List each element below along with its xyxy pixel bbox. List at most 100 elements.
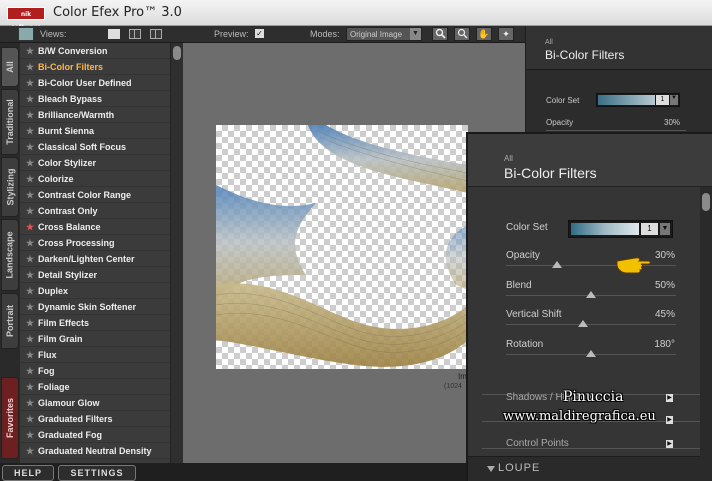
- chevron-right-icon[interactable]: ▶: [666, 394, 673, 402]
- chevron-right-icon[interactable]: ▶: [666, 440, 673, 448]
- zoom-icon[interactable]: [432, 27, 448, 41]
- filter-list-item[interactable]: ★ Glamour Glow: [20, 395, 170, 411]
- lightbulb-icon[interactable]: ✦: [498, 27, 514, 41]
- slider-track[interactable]: [506, 324, 676, 325]
- preview-checkbox[interactable]: ✓: [255, 29, 264, 38]
- filter-list-scrollbar[interactable]: [170, 43, 183, 463]
- filter-list-item[interactable]: ★ Duplex: [20, 283, 170, 299]
- filter-list-item[interactable]: ★ Bleach Bypass: [20, 91, 170, 107]
- side-by-side-view-button[interactable]: [150, 29, 162, 39]
- scrollbar-thumb[interactable]: [173, 46, 181, 60]
- favorite-star-icon[interactable]: ★: [26, 171, 34, 187]
- filter-list-item[interactable]: ★ Film Grain: [20, 331, 170, 347]
- favorite-star-icon[interactable]: ★: [26, 267, 34, 283]
- filter-list-item[interactable]: ★ Classical Soft Focus: [20, 139, 170, 155]
- favorite-star-icon[interactable]: ★: [26, 443, 34, 459]
- filter-list-item[interactable]: ★ Graduated Neutral Density: [20, 443, 170, 459]
- favorite-star-icon[interactable]: ★: [26, 187, 34, 203]
- favorite-star-icon[interactable]: ★: [26, 235, 34, 251]
- color-set-swatch: [571, 223, 639, 235]
- filter-list-item[interactable]: ★ Color Stylizer: [20, 155, 170, 171]
- filter-name: Film Grain: [38, 334, 83, 344]
- single-view-button[interactable]: [108, 29, 120, 39]
- tab-traditional[interactable]: Traditional: [1, 89, 19, 155]
- title-bar: nik software Color Efex Pro™ 3.0: [0, 0, 712, 31]
- filter-list-item[interactable]: ★ Foliage: [20, 379, 170, 395]
- filter-name: Glamour Glow: [38, 398, 100, 408]
- filter-list-item[interactable]: ★ Graduated Filters: [20, 411, 170, 427]
- favorite-star-icon[interactable]: ★: [26, 299, 34, 315]
- favorite-star-icon[interactable]: ★: [26, 203, 34, 219]
- favorite-star-icon[interactable]: ★: [26, 315, 34, 331]
- favorite-star-icon[interactable]: ★: [26, 283, 34, 299]
- filter-list-item[interactable]: ★ Colorize: [20, 171, 170, 187]
- filter-list-item[interactable]: ★ Detail Stylizer: [20, 267, 170, 283]
- slider-handle[interactable]: [586, 349, 596, 357]
- slider-handle[interactable]: [586, 290, 596, 298]
- preview-image: [216, 125, 468, 369]
- loupe-section-header[interactable]: LOUPE: [468, 456, 700, 481]
- browser-toggle-icon[interactable]: [18, 27, 34, 41]
- color-set-value: 1: [656, 95, 669, 105]
- favorite-star-icon[interactable]: ★: [26, 75, 34, 91]
- tab-all[interactable]: All: [1, 47, 19, 87]
- tab-favorites[interactable]: Favorites: [1, 377, 19, 459]
- filter-list-item[interactable]: ★ Cross Balance: [20, 219, 170, 235]
- tab-portrait[interactable]: Portrait: [1, 293, 19, 349]
- slider-value: 45%: [654, 309, 675, 320]
- favorite-star-icon[interactable]: ★: [26, 331, 34, 347]
- filter-list-item[interactable]: ★ Film Effects: [20, 315, 170, 331]
- favorite-star-icon[interactable]: ★: [26, 139, 34, 155]
- filter-list-item[interactable]: ★ Brilliance/Warmth: [20, 107, 170, 123]
- filter-list-item[interactable]: ★ B/W Conversion: [20, 43, 170, 59]
- favorite-star-icon[interactable]: ★: [26, 59, 34, 75]
- chevron-right-icon[interactable]: ▶: [666, 416, 673, 424]
- color-set-select[interactable]: 1 ▼: [568, 220, 673, 238]
- filter-list-item[interactable]: ★ Burnt Sienna: [20, 123, 170, 139]
- favorite-star-icon[interactable]: ★: [26, 427, 34, 443]
- settings-button[interactable]: SETTINGS: [58, 465, 136, 481]
- zoomed-controls-panel: All Bi-Color Filters Color Set 1 ▼ Opaci…: [466, 132, 712, 481]
- slider-handle[interactable]: [577, 320, 588, 327]
- slider-handle[interactable]: [552, 261, 562, 268]
- filter-list-item[interactable]: ★ Fog: [20, 363, 170, 379]
- modes-select-value: Original Image: [350, 30, 403, 39]
- help-button[interactable]: HELP: [2, 465, 54, 481]
- filter-list-item[interactable]: ★ Darken/Lighten Center: [20, 251, 170, 267]
- section-control-points[interactable]: Control Points: [506, 438, 569, 449]
- watermark-name: Pinuccia: [563, 389, 624, 405]
- scrollbar-thumb[interactable]: [702, 193, 710, 211]
- filter-list-item[interactable]: ★ Bi-Color User Defined: [20, 75, 170, 91]
- tab-stylizing[interactable]: Stylizing: [1, 157, 19, 217]
- filter-list-item[interactable]: ★ Contrast Only: [20, 203, 170, 219]
- tab-landscape[interactable]: Landscape: [1, 219, 19, 291]
- magnifier-icon[interactable]: [454, 27, 470, 41]
- zoomed-panel-scrollbar[interactable]: [700, 187, 712, 481]
- filter-list-item[interactable]: ★ Bi-Color Filters: [20, 59, 170, 75]
- filter-list-item[interactable]: ★ Graduated Fog: [20, 427, 170, 443]
- favorite-star-icon[interactable]: ★: [26, 91, 34, 107]
- filter-list-item[interactable]: ★ Dynamic Skin Softener: [20, 299, 170, 315]
- favorite-star-icon[interactable]: ★: [26, 251, 34, 267]
- favorite-star-icon[interactable]: ★: [26, 347, 34, 363]
- color-set-select[interactable]: 1 ▼: [596, 93, 680, 107]
- opacity-slider-track[interactable]: [546, 130, 686, 131]
- favorite-star-icon[interactable]: ★: [26, 123, 34, 139]
- favorite-star-icon[interactable]: ★: [26, 219, 34, 235]
- favorite-star-icon[interactable]: ★: [26, 43, 34, 59]
- favorite-star-icon[interactable]: ★: [26, 155, 34, 171]
- split-view-button[interactable]: [129, 29, 141, 39]
- chevron-down-icon: ▼: [410, 28, 421, 40]
- filter-list-item[interactable]: ★ Cross Processing: [20, 235, 170, 251]
- favorite-star-icon[interactable]: ★: [26, 411, 34, 427]
- favorite-star-icon[interactable]: ★: [26, 107, 34, 123]
- favorite-star-icon[interactable]: ★: [26, 363, 34, 379]
- slider-label: Vertical Shift: [506, 309, 562, 320]
- modes-select[interactable]: Original Image ▼: [346, 27, 422, 41]
- favorite-star-icon[interactable]: ★: [26, 379, 34, 395]
- hand-icon[interactable]: ✋: [476, 27, 492, 41]
- filter-name: Graduated Neutral Density: [38, 446, 152, 456]
- filter-list-item[interactable]: ★ Contrast Color Range: [20, 187, 170, 203]
- favorite-star-icon[interactable]: ★: [26, 395, 34, 411]
- filter-list-item[interactable]: ★ Flux: [20, 347, 170, 363]
